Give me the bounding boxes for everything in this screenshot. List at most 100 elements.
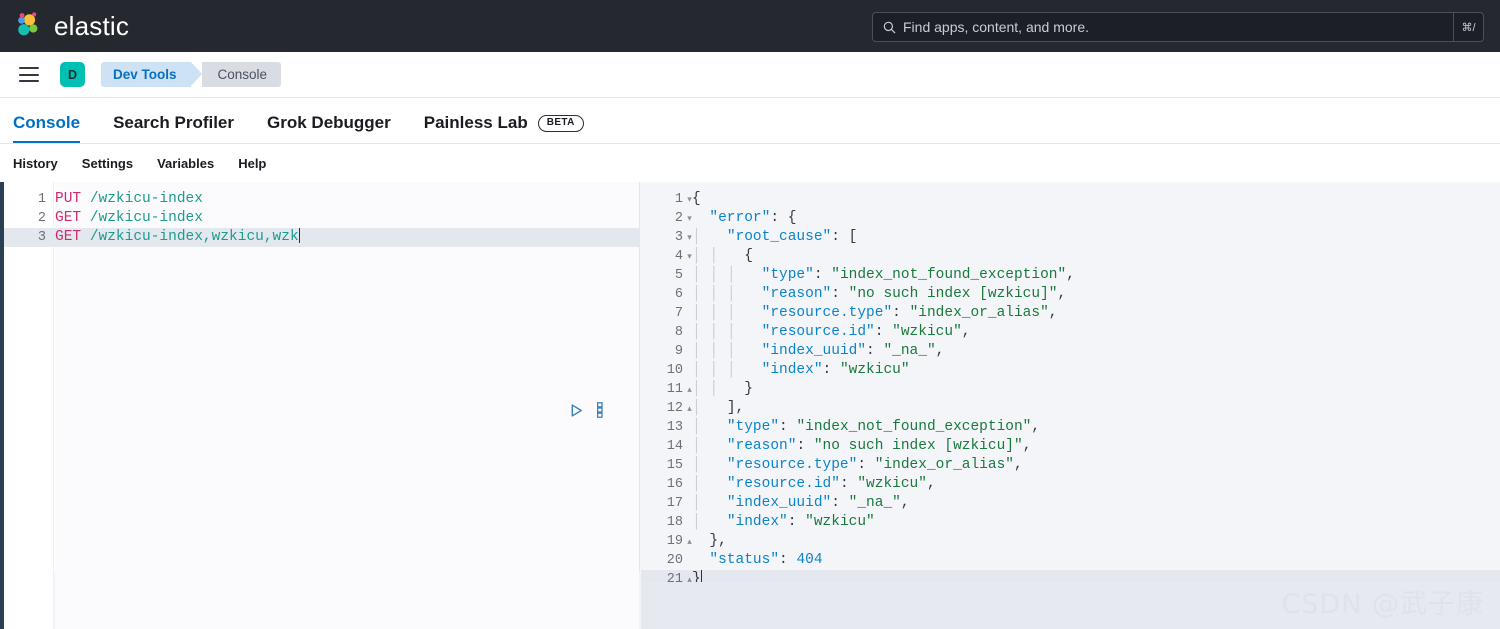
response-line[interactable]: 14│ "reason": "no such index [wzkicu]", — [641, 437, 1500, 456]
json-string: "index_not_found_exception" — [796, 419, 1031, 435]
request-path: /wzkicu-index,wzkicu,wzk — [90, 229, 299, 245]
breadcrumb-item-console[interactable]: Console — [202, 62, 282, 87]
global-search[interactable]: ⌘/ — [872, 12, 1484, 42]
submenu-item-variables[interactable]: Variables — [157, 156, 214, 171]
response-line[interactable]: 3▾│ "root_cause": [ — [641, 228, 1500, 247]
line-number: 17 — [641, 494, 683, 513]
json-separator: : — [840, 476, 857, 492]
brand[interactable]: elastic — [14, 11, 129, 42]
indent-guide: │ — [727, 286, 744, 302]
response-line-code: │ │ │ "index": "wzkicu" — [692, 361, 910, 380]
console-submenu: History Settings Variables Help — [0, 144, 1500, 182]
tab-bar: Console Search Profiler Grok Debugger Pa… — [0, 98, 1500, 144]
response-line[interactable]: 8│ │ │ "resource.id": "wzkicu", — [641, 323, 1500, 342]
hamburger-menu-icon[interactable] — [19, 67, 39, 82]
request-line[interactable]: 1PUT /wzkicu-index — [4, 190, 640, 209]
indent-guide: │ — [692, 495, 709, 511]
json-separator: : — [831, 495, 848, 511]
response-line[interactable]: 10│ │ │ "index": "wzkicu" — [641, 361, 1500, 380]
breadcrumb-bar: D Dev Tools Console — [0, 52, 1500, 98]
tab-grok-debugger-label: Grok Debugger — [267, 113, 391, 133]
response-line[interactable]: 6│ │ │ "reason": "no such index [wzkicu]… — [641, 285, 1500, 304]
json-separator: : — [788, 514, 805, 530]
request-editor-panel[interactable]: 1PUT /wzkicu-index2GET /wzkicu-index3 GET… — [4, 182, 640, 629]
json-punctuation: } — [744, 381, 753, 397]
response-panel[interactable]: 1▾{2▾ "error": {3▾│ "root_cause": [4▾│ │… — [641, 182, 1500, 629]
response-line[interactable]: 9│ │ │ "index_uuid": "_na_", — [641, 342, 1500, 361]
tab-painless-lab[interactable]: Painless Lab BETA — [424, 113, 584, 143]
json-punctuation: [ — [849, 229, 858, 245]
request-options-icon[interactable] — [597, 402, 603, 423]
json-key: "type" — [762, 267, 814, 283]
response-line-code: │ │ │ "resource.id": "wzkicu", — [692, 323, 970, 342]
submenu-item-settings[interactable]: Settings — [82, 156, 133, 171]
submenu-item-help[interactable]: Help — [238, 156, 266, 171]
response-line[interactable]: 4▾│ │ { — [641, 247, 1500, 266]
request-line[interactable]: 3 GET /wzkicu-index,wzkicu,wzk — [4, 228, 640, 247]
response-line[interactable]: 15│ "resource.type": "index_or_alias", — [641, 456, 1500, 475]
brand-name: elastic — [54, 11, 129, 42]
play-request-icon[interactable] — [569, 403, 584, 423]
tab-painless-lab-label: Painless Lab — [424, 113, 528, 133]
line-number: 19 — [641, 532, 683, 551]
indent-guide: │ — [692, 286, 709, 302]
indent-guide: │ — [692, 438, 709, 454]
json-separator: : — [875, 324, 892, 340]
response-line-code: │ ], — [692, 399, 744, 418]
response-line[interactable]: 20 "status": 404 — [641, 551, 1500, 570]
breadcrumb: Dev Tools Console — [101, 62, 281, 87]
json-separator: : — [823, 362, 840, 378]
indent-guide: │ — [692, 343, 709, 359]
line-number: 12 — [641, 399, 683, 418]
breadcrumb-item-dev-tools[interactable]: Dev Tools — [101, 62, 191, 87]
json-string: "_na_" — [883, 343, 935, 359]
json-punctuation: , — [1049, 305, 1058, 321]
tab-console[interactable]: Console — [13, 113, 80, 143]
avatar[interactable]: D — [60, 62, 85, 87]
json-separator: : — [770, 210, 787, 226]
response-line[interactable]: 19▴ }, — [641, 532, 1500, 551]
indent-guide: │ — [709, 248, 726, 264]
indent-guide: │ — [709, 324, 726, 340]
response-line-code: │ "reason": "no such index [wzkicu]", — [692, 437, 1031, 456]
tab-grok-debugger[interactable]: Grok Debugger — [267, 113, 391, 143]
tab-search-profiler[interactable]: Search Profiler — [113, 113, 234, 143]
submenu-item-history[interactable]: History — [13, 156, 58, 171]
json-key: "index" — [762, 362, 823, 378]
json-string: "wzkicu" — [857, 476, 927, 492]
indent-guide: │ — [692, 381, 709, 397]
json-separator: : — [831, 286, 848, 302]
request-path: /wzkicu-index — [90, 210, 203, 226]
request-lines: 1PUT /wzkicu-index2GET /wzkicu-index3 GET… — [4, 190, 640, 247]
json-key: "status" — [709, 552, 779, 568]
json-punctuation: , — [1058, 286, 1067, 302]
json-separator: : — [814, 267, 831, 283]
response-line[interactable]: 17│ "index_uuid": "_na_", — [641, 494, 1500, 513]
line-number: 18 — [641, 513, 683, 532]
response-line[interactable]: 13│ "type": "index_not_found_exception", — [641, 418, 1500, 437]
request-line[interactable]: 2GET /wzkicu-index — [4, 209, 640, 228]
response-line[interactable]: 5│ │ │ "type": "index_not_found_exceptio… — [641, 266, 1500, 285]
tab-search-profiler-label: Search Profiler — [113, 113, 234, 133]
search-shortcut-badge: ⌘/ — [1453, 13, 1483, 41]
response-line[interactable]: 7│ │ │ "resource.type": "index_or_alias"… — [641, 304, 1500, 323]
request-code-area[interactable] — [55, 182, 639, 629]
json-string: "_na_" — [849, 495, 901, 511]
line-number: 3 — [4, 228, 46, 247]
search-input[interactable] — [903, 19, 1453, 35]
response-line[interactable]: 11▴│ │ } — [641, 380, 1500, 399]
indent-guide: │ — [692, 476, 709, 492]
json-separator: : — [831, 229, 848, 245]
response-line[interactable]: 1▾{ — [641, 190, 1500, 209]
response-line[interactable]: 18│ "index": "wzkicu" — [641, 513, 1500, 532]
request-gutter — [4, 182, 54, 629]
response-line[interactable]: 16│ "resource.id": "wzkicu", — [641, 475, 1500, 494]
response-line[interactable]: 2▾ "error": { — [641, 209, 1500, 228]
indent-guide: │ — [692, 514, 709, 530]
response-line[interactable]: 12▴│ ], — [641, 399, 1500, 418]
json-key: "resource.id" — [727, 476, 840, 492]
line-number: 9 — [641, 342, 683, 361]
request-line-code: GET /wzkicu-index — [55, 209, 203, 228]
indent-guide: │ — [709, 286, 726, 302]
http-method: GET — [55, 229, 81, 245]
